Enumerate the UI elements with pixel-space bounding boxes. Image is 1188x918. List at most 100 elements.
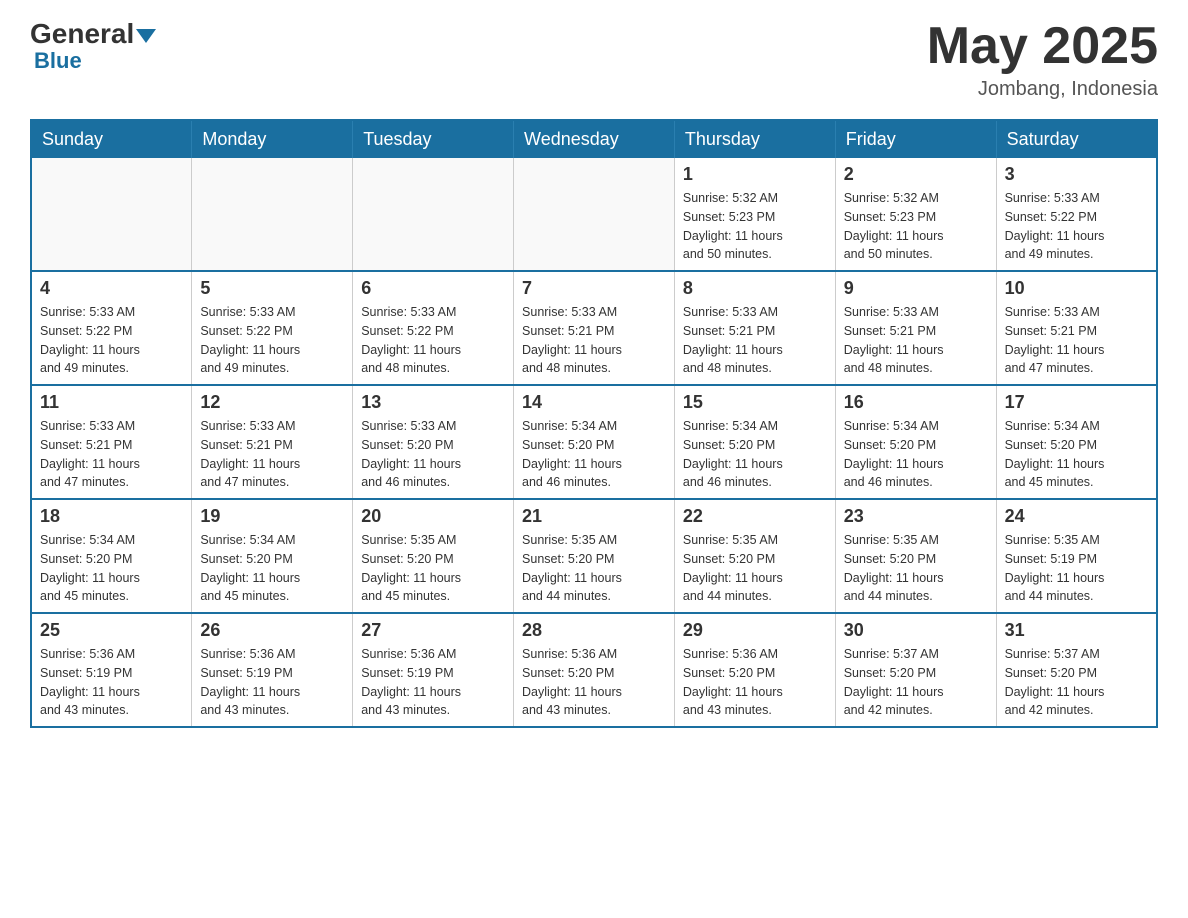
calendar-cell: 6 Sunrise: 5:33 AM Sunset: 5:22 PM Daylig… (353, 271, 514, 385)
day-header-saturday: Saturday (996, 120, 1157, 158)
day-number: 24 (1005, 506, 1148, 527)
day-sun-info: Sunrise: 5:34 AM Sunset: 5:20 PM Dayligh… (522, 417, 666, 492)
calendar-cell: 26 Sunrise: 5:36 AM Sunset: 5:19 PM Dayli… (192, 613, 353, 727)
day-number: 22 (683, 506, 827, 527)
day-sun-info: Sunrise: 5:34 AM Sunset: 5:20 PM Dayligh… (844, 417, 988, 492)
day-sun-info: Sunrise: 5:35 AM Sunset: 5:20 PM Dayligh… (683, 531, 827, 606)
day-sun-info: Sunrise: 5:33 AM Sunset: 5:20 PM Dayligh… (361, 417, 505, 492)
calendar-cell: 2 Sunrise: 5:32 AM Sunset: 5:23 PM Daylig… (835, 158, 996, 271)
day-sun-info: Sunrise: 5:36 AM Sunset: 5:19 PM Dayligh… (361, 645, 505, 720)
day-number: 2 (844, 164, 988, 185)
calendar-cell: 14 Sunrise: 5:34 AM Sunset: 5:20 PM Dayli… (514, 385, 675, 499)
day-sun-info: Sunrise: 5:35 AM Sunset: 5:20 PM Dayligh… (361, 531, 505, 606)
calendar-table: SundayMondayTuesdayWednesdayThursdayFrid… (30, 119, 1158, 728)
day-sun-info: Sunrise: 5:35 AM Sunset: 5:20 PM Dayligh… (844, 531, 988, 606)
calendar-cell: 4Sunrise: 5:33 AM Sunset: 5:22 PM Daylig… (31, 271, 192, 385)
calendar-cell: 25 Sunrise: 5:36 AM Sunset: 5:19 PM Dayli… (31, 613, 192, 727)
calendar-cell: 13 Sunrise: 5:33 AM Sunset: 5:20 PM Dayli… (353, 385, 514, 499)
day-number: 6 (361, 278, 505, 299)
day-sun-info: Sunrise: 5:36 AM Sunset: 5:20 PM Dayligh… (522, 645, 666, 720)
calendar-cell: 7 Sunrise: 5:33 AM Sunset: 5:21 PM Daylig… (514, 271, 675, 385)
calendar-cell: 18Sunrise: 5:34 AM Sunset: 5:20 PM Dayli… (31, 499, 192, 613)
calendar-cell: 21 Sunrise: 5:35 AM Sunset: 5:20 PM Dayli… (514, 499, 675, 613)
day-number: 25 (40, 620, 183, 641)
logo-arrow-icon (136, 29, 156, 43)
logo-general-text: General (30, 20, 134, 48)
day-sun-info: Sunrise: 5:34 AM Sunset: 5:20 PM Dayligh… (1005, 417, 1148, 492)
day-number: 27 (361, 620, 505, 641)
day-header-monday: Monday (192, 120, 353, 158)
day-number: 13 (361, 392, 505, 413)
title-block: May 2025 Jombang, Indonesia (927, 20, 1158, 101)
day-number: 26 (200, 620, 344, 641)
calendar-cell: 24 Sunrise: 5:35 AM Sunset: 5:19 PM Dayli… (996, 499, 1157, 613)
day-sun-info: Sunrise: 5:32 AM Sunset: 5:23 PM Dayligh… (683, 189, 827, 264)
day-sun-info: Sunrise: 5:33 AM Sunset: 5:22 PM Dayligh… (200, 303, 344, 378)
day-header-sunday: Sunday (31, 120, 192, 158)
day-number: 1 (683, 164, 827, 185)
day-sun-info: Sunrise: 5:33 AM Sunset: 5:21 PM Dayligh… (1005, 303, 1148, 378)
day-sun-info: Sunrise: 5:33 AM Sunset: 5:21 PM Dayligh… (200, 417, 344, 492)
logo: General Blue (30, 20, 156, 74)
day-number: 11 (40, 392, 183, 413)
day-number: 3 (1005, 164, 1148, 185)
day-number: 19 (200, 506, 344, 527)
day-sun-info: Sunrise: 5:34 AM Sunset: 5:20 PM Dayligh… (200, 531, 344, 606)
day-sun-info: Sunrise: 5:33 AM Sunset: 5:22 PM Dayligh… (1005, 189, 1148, 264)
calendar-cell: 28 Sunrise: 5:36 AM Sunset: 5:20 PM Dayli… (514, 613, 675, 727)
day-number: 9 (844, 278, 988, 299)
calendar-cell: 23 Sunrise: 5:35 AM Sunset: 5:20 PM Dayli… (835, 499, 996, 613)
day-number: 7 (522, 278, 666, 299)
day-number: 28 (522, 620, 666, 641)
calendar-cell: 22 Sunrise: 5:35 AM Sunset: 5:20 PM Dayli… (674, 499, 835, 613)
calendar-cell: 10 Sunrise: 5:33 AM Sunset: 5:21 PM Dayli… (996, 271, 1157, 385)
calendar-cell: 15Sunrise: 5:34 AM Sunset: 5:20 PM Dayli… (674, 385, 835, 499)
calendar-week-row: 18Sunrise: 5:34 AM Sunset: 5:20 PM Dayli… (31, 499, 1157, 613)
calendar-week-row: 4Sunrise: 5:33 AM Sunset: 5:22 PM Daylig… (31, 271, 1157, 385)
calendar-cell: 29Sunrise: 5:36 AM Sunset: 5:20 PM Dayli… (674, 613, 835, 727)
day-sun-info: Sunrise: 5:36 AM Sunset: 5:19 PM Dayligh… (40, 645, 183, 720)
day-sun-info: Sunrise: 5:35 AM Sunset: 5:19 PM Dayligh… (1005, 531, 1148, 606)
day-number: 8 (683, 278, 827, 299)
calendar-week-row: 25 Sunrise: 5:36 AM Sunset: 5:19 PM Dayli… (31, 613, 1157, 727)
calendar-cell (31, 158, 192, 271)
calendar-cell: 19 Sunrise: 5:34 AM Sunset: 5:20 PM Dayli… (192, 499, 353, 613)
calendar-cell: 20Sunrise: 5:35 AM Sunset: 5:20 PM Dayli… (353, 499, 514, 613)
calendar-cell (192, 158, 353, 271)
day-sun-info: Sunrise: 5:36 AM Sunset: 5:20 PM Dayligh… (683, 645, 827, 720)
day-sun-info: Sunrise: 5:37 AM Sunset: 5:20 PM Dayligh… (844, 645, 988, 720)
day-number: 31 (1005, 620, 1148, 641)
day-number: 21 (522, 506, 666, 527)
day-sun-info: Sunrise: 5:36 AM Sunset: 5:19 PM Dayligh… (200, 645, 344, 720)
day-sun-info: Sunrise: 5:33 AM Sunset: 5:21 PM Dayligh… (40, 417, 183, 492)
day-sun-info: Sunrise: 5:34 AM Sunset: 5:20 PM Dayligh… (40, 531, 183, 606)
day-number: 23 (844, 506, 988, 527)
day-sun-info: Sunrise: 5:33 AM Sunset: 5:22 PM Dayligh… (361, 303, 505, 378)
day-sun-info: Sunrise: 5:32 AM Sunset: 5:23 PM Dayligh… (844, 189, 988, 264)
day-number: 17 (1005, 392, 1148, 413)
page-header: General Blue May 2025 Jombang, Indonesia (30, 20, 1158, 101)
day-header-friday: Friday (835, 120, 996, 158)
calendar-cell: 30Sunrise: 5:37 AM Sunset: 5:20 PM Dayli… (835, 613, 996, 727)
calendar-cell: 9Sunrise: 5:33 AM Sunset: 5:21 PM Daylig… (835, 271, 996, 385)
calendar-cell: 12 Sunrise: 5:33 AM Sunset: 5:21 PM Dayli… (192, 385, 353, 499)
day-number: 10 (1005, 278, 1148, 299)
calendar-cell: 5Sunrise: 5:33 AM Sunset: 5:22 PM Daylig… (192, 271, 353, 385)
day-header-thursday: Thursday (674, 120, 835, 158)
day-number: 14 (522, 392, 666, 413)
calendar-cell: 31 Sunrise: 5:37 AM Sunset: 5:20 PM Dayli… (996, 613, 1157, 727)
logo-general: General (30, 20, 156, 48)
day-header-tuesday: Tuesday (353, 120, 514, 158)
day-sun-info: Sunrise: 5:33 AM Sunset: 5:21 PM Dayligh… (683, 303, 827, 378)
calendar-cell: 3 Sunrise: 5:33 AM Sunset: 5:22 PM Daylig… (996, 158, 1157, 271)
day-sun-info: Sunrise: 5:35 AM Sunset: 5:20 PM Dayligh… (522, 531, 666, 606)
logo-blue-text: Blue (34, 48, 82, 74)
day-sun-info: Sunrise: 5:33 AM Sunset: 5:21 PM Dayligh… (522, 303, 666, 378)
day-number: 12 (200, 392, 344, 413)
calendar-cell: 17 Sunrise: 5:34 AM Sunset: 5:20 PM Dayli… (996, 385, 1157, 499)
day-sun-info: Sunrise: 5:37 AM Sunset: 5:20 PM Dayligh… (1005, 645, 1148, 720)
calendar-header-row: SundayMondayTuesdayWednesdayThursdayFrid… (31, 120, 1157, 158)
calendar-week-row: 11 Sunrise: 5:33 AM Sunset: 5:21 PM Dayli… (31, 385, 1157, 499)
day-number: 15 (683, 392, 827, 413)
day-number: 16 (844, 392, 988, 413)
